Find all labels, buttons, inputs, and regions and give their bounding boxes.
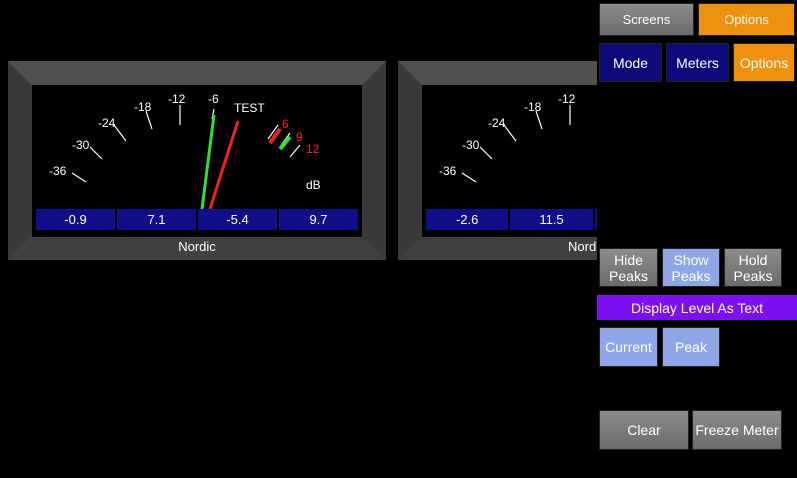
readout-row: -0.9 7.1 -5.4 9.7 (36, 209, 358, 230)
meter-name: Nord (568, 239, 597, 254)
hold-peaks-button[interactable]: Hold Peaks (724, 248, 782, 287)
screens-tab[interactable]: Screens (599, 3, 694, 36)
meter-name: Nordic (178, 239, 216, 254)
freeze-meter-button[interactable]: Freeze Meter (692, 410, 782, 450)
needle-left (200, 114, 216, 209)
readout-row: -2.6 11.5 (426, 209, 597, 230)
mode-tab[interactable]: Mode (599, 43, 662, 82)
peak-bar-red (268, 127, 282, 145)
scale-label: -12 (558, 92, 576, 106)
scale-label: -36 (439, 164, 457, 178)
meter-dial: -36 -30 -24 -18 -12 (439, 92, 576, 183)
scale-label: -12 (168, 92, 186, 106)
unit-label: dB (306, 178, 321, 192)
scale-label: 12 (306, 142, 320, 156)
scale-label: -24 (98, 116, 116, 130)
scale-label: 6 (282, 117, 289, 131)
meter-panel-1: -36 -30 -24 -18 -12 -6 TEST 6 9 12 dB -0… (8, 61, 386, 260)
needle-right (208, 120, 240, 209)
readout-value: 9.7 (279, 209, 358, 230)
scale-label: 9 (296, 130, 303, 144)
options-subtab[interactable]: Options (733, 43, 795, 82)
scale-label: -30 (72, 138, 90, 152)
current-button[interactable]: Current (599, 327, 658, 367)
readout-value: -5.4 (198, 209, 277, 230)
meter-face: -36 -30 -24 -18 -12 -2.6 11.5 (422, 85, 597, 237)
scale-label: -24 (488, 116, 506, 130)
scale-label: -18 (524, 100, 542, 114)
meters-tab[interactable]: Meters (666, 43, 729, 82)
hide-peaks-button[interactable]: Hide Peaks (599, 248, 658, 287)
show-peaks-button[interactable]: Show Peaks (662, 248, 720, 287)
tick-minus24 (503, 124, 517, 142)
meter-face: -36 -30 -24 -18 -12 -6 TEST 6 9 12 dB -0… (32, 85, 362, 237)
scale-label: -6 (208, 92, 219, 106)
scale-label: -36 (49, 164, 67, 178)
scale-label: TEST (234, 101, 265, 115)
scale-label: -30 (462, 138, 480, 152)
peak-bar-green (278, 135, 292, 151)
clear-button[interactable]: Clear (599, 410, 689, 450)
meter-panel-2: -36 -30 -24 -18 -12 -2.6 11.5 Nord (398, 61, 597, 260)
readout-value: -0.9 (36, 209, 115, 230)
tick-minus24 (113, 124, 127, 142)
tick-minus30 (479, 146, 493, 160)
tick-minus30 (89, 146, 103, 160)
scale-label: -18 (134, 100, 152, 114)
meter-dial: -36 -30 -24 -18 -12 -6 TEST 6 9 12 dB (49, 92, 321, 209)
readout-value: -2.6 (426, 209, 509, 230)
tick-minus36 (461, 172, 477, 183)
tick-minus36 (71, 172, 87, 183)
readout-value: 11.5 (510, 209, 593, 230)
options-tab[interactable]: Options (698, 3, 795, 36)
readout-value: 7.1 (117, 209, 196, 230)
peak-button[interactable]: Peak (662, 327, 720, 367)
display-level-as-text-header: Display Level As Text (597, 295, 797, 320)
tick-12 (289, 144, 301, 158)
